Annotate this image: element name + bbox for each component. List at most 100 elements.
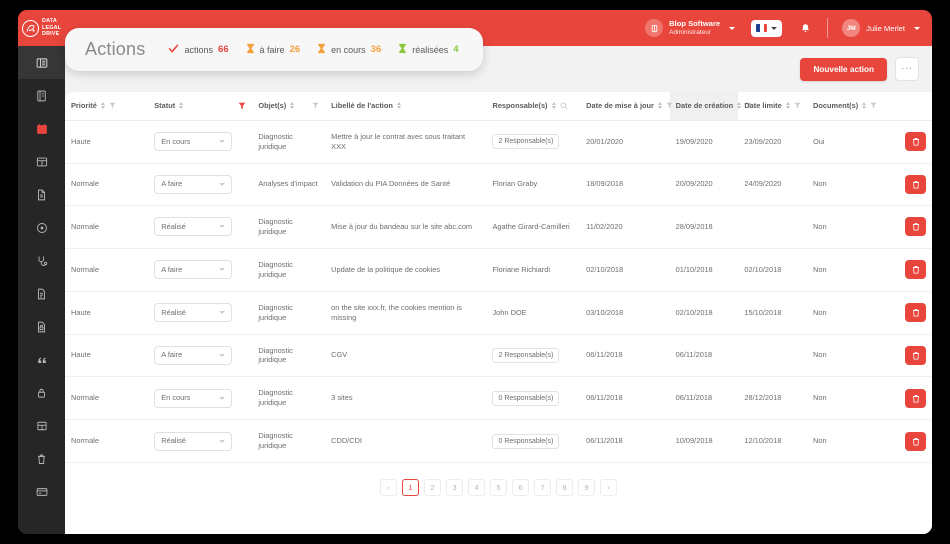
- status-select[interactable]: Réalisé: [154, 303, 233, 323]
- language-selector[interactable]: [751, 19, 783, 37]
- cell-actions[interactable]: [875, 163, 932, 206]
- sort-toggle[interactable]: [786, 102, 791, 110]
- delete-row-button[interactable]: [905, 345, 926, 365]
- cell-statut[interactable]: Réalisé: [148, 205, 253, 249]
- status-select[interactable]: A faire: [154, 260, 233, 280]
- pagination-page[interactable]: 1: [402, 479, 419, 497]
- pagination-page[interactable]: 4: [468, 479, 485, 497]
- col-header-date-limite[interactable]: Date limite: [738, 92, 808, 121]
- status-select[interactable]: A faire: [154, 345, 233, 365]
- filter-icon-active[interactable]: [238, 102, 246, 110]
- pagination-page[interactable]: 3: [446, 479, 463, 497]
- sidebar-item-register[interactable]: [18, 79, 65, 112]
- table-row[interactable]: Haute A faire Diagnostic juridique CGV 2 Res…: [65, 334, 932, 378]
- status-select[interactable]: Réalisé: [154, 431, 233, 451]
- cell-actions[interactable]: [875, 291, 932, 335]
- sort-toggle[interactable]: [657, 102, 662, 110]
- sort-toggle[interactable]: [862, 102, 867, 110]
- app-logo[interactable]: DATA LEGAL DRIVE: [18, 10, 65, 46]
- filter-icon[interactable]: [312, 102, 319, 109]
- user-menu[interactable]: JM Julie Merlet: [842, 19, 920, 37]
- responsables-badge[interactable]: 0 Responsable(s): [492, 390, 560, 407]
- delete-row-button[interactable]: [905, 132, 926, 152]
- table-row[interactable]: Haute Réalisé Diagnostic juridique on the s…: [65, 291, 932, 335]
- pagination-page[interactable]: 8: [556, 479, 573, 497]
- delete-row-button[interactable]: [905, 303, 926, 323]
- status-select[interactable]: A faire: [154, 174, 233, 194]
- pagination-page[interactable]: 5: [490, 479, 507, 497]
- sidebar-item-diagnostic[interactable]: [18, 244, 65, 277]
- col-header-statut[interactable]: Statut: [148, 92, 253, 121]
- pagination-page[interactable]: 9: [578, 479, 595, 497]
- table-row[interactable]: Normale Réalisé Diagnostic juridique Mise à…: [65, 205, 932, 249]
- sidebar-item-dashboard[interactable]: [18, 46, 65, 79]
- cell-statut[interactable]: A faire: [148, 163, 253, 206]
- status-select[interactable]: En cours: [154, 388, 233, 408]
- delete-row-button[interactable]: [905, 388, 926, 408]
- sort-toggle[interactable]: [737, 102, 742, 110]
- sidebar-item-pilotage[interactable]: [18, 211, 65, 244]
- cell-statut[interactable]: Réalisé: [148, 291, 253, 335]
- cell-actions[interactable]: [875, 205, 932, 249]
- new-action-button[interactable]: Nouvelle action: [800, 57, 887, 81]
- responsables-badge[interactable]: 2 Responsable(s): [492, 133, 560, 150]
- filter-icon[interactable]: [666, 102, 673, 109]
- cell-actions[interactable]: [875, 334, 932, 378]
- cell-actions[interactable]: [875, 120, 932, 164]
- col-header-objets[interactable]: Objet(s): [252, 92, 326, 121]
- sidebar-item-documents[interactable]: [18, 178, 65, 211]
- pagination-next[interactable]: ›: [600, 479, 617, 497]
- notifications-button[interactable]: [800, 23, 811, 34]
- more-options-button[interactable]: ···: [895, 57, 919, 81]
- sidebar-item-security[interactable]: [18, 376, 65, 409]
- org-switcher[interactable]: Blop Software Administrateur: [645, 19, 736, 37]
- sidebar-item-actions[interactable]: [18, 112, 65, 145]
- col-header-date-creation[interactable]: Date de création: [669, 92, 752, 121]
- filter-icon[interactable]: [109, 102, 116, 109]
- sidebar-item-mapping[interactable]: [18, 145, 65, 178]
- cell-statut[interactable]: Réalisé: [148, 419, 253, 464]
- sort-toggle[interactable]: [179, 102, 184, 110]
- cell-actions[interactable]: [875, 419, 932, 464]
- table-row[interactable]: Normale A faire Analyses d'impact Validatio…: [65, 163, 932, 206]
- cell-actions[interactable]: [875, 248, 932, 292]
- delete-row-button[interactable]: [905, 174, 926, 194]
- col-header-priorite[interactable]: Priorité: [65, 92, 149, 121]
- sort-toggle[interactable]: [396, 102, 401, 110]
- table-row[interactable]: Normale A faire Diagnostic juridique Update…: [65, 248, 932, 292]
- sort-toggle[interactable]: [290, 102, 295, 110]
- status-select[interactable]: Réalisé: [154, 217, 233, 237]
- pagination-page[interactable]: 6: [512, 479, 529, 497]
- col-header-responsables[interactable]: Responsable(s): [486, 92, 581, 121]
- delete-row-button[interactable]: [905, 431, 926, 451]
- cell-statut[interactable]: A faire: [148, 334, 253, 378]
- responsables-badge[interactable]: 0 Responsable(s): [492, 433, 560, 450]
- pagination-page[interactable]: 2: [424, 479, 441, 497]
- table-row[interactable]: Normale Réalisé Diagnostic juridique CDD/CD…: [65, 419, 932, 464]
- sidebar-item-trash[interactable]: [18, 442, 65, 475]
- pagination-page[interactable]: 7: [534, 479, 551, 497]
- sidebar-item-subscription[interactable]: [18, 475, 65, 508]
- cell-statut[interactable]: A faire: [148, 248, 253, 292]
- cell-statut[interactable]: En cours: [148, 120, 253, 164]
- sidebar-item-analyses[interactable]: [18, 277, 65, 310]
- delete-row-button[interactable]: [905, 217, 926, 237]
- col-header-documents[interactable]: Document(s): [807, 92, 877, 121]
- pagination-prev[interactable]: ‹: [380, 479, 397, 497]
- table-row[interactable]: Normale En cours Diagnostic juridique 3 sit…: [65, 376, 932, 421]
- delete-row-button[interactable]: [905, 260, 926, 280]
- cell-statut[interactable]: En cours: [148, 376, 253, 421]
- sidebar-item-library[interactable]: [18, 409, 65, 442]
- sidebar-item-mentions[interactable]: [18, 343, 65, 376]
- table-row[interactable]: Haute En cours Diagnostic juridique Mettre …: [65, 120, 932, 164]
- col-header-libelle[interactable]: Libellé de l'action: [325, 92, 487, 121]
- filter-icon[interactable]: [870, 102, 877, 109]
- col-header-date-maj[interactable]: Date de mise à jour: [580, 92, 673, 121]
- cell-actions[interactable]: [875, 376, 932, 421]
- responsables-badge[interactable]: 2 Responsable(s): [492, 347, 560, 364]
- sort-toggle[interactable]: [551, 102, 556, 110]
- sort-toggle[interactable]: [100, 102, 105, 110]
- search-icon[interactable]: [560, 102, 568, 110]
- filter-icon[interactable]: [794, 102, 801, 109]
- status-select[interactable]: En cours: [154, 132, 233, 152]
